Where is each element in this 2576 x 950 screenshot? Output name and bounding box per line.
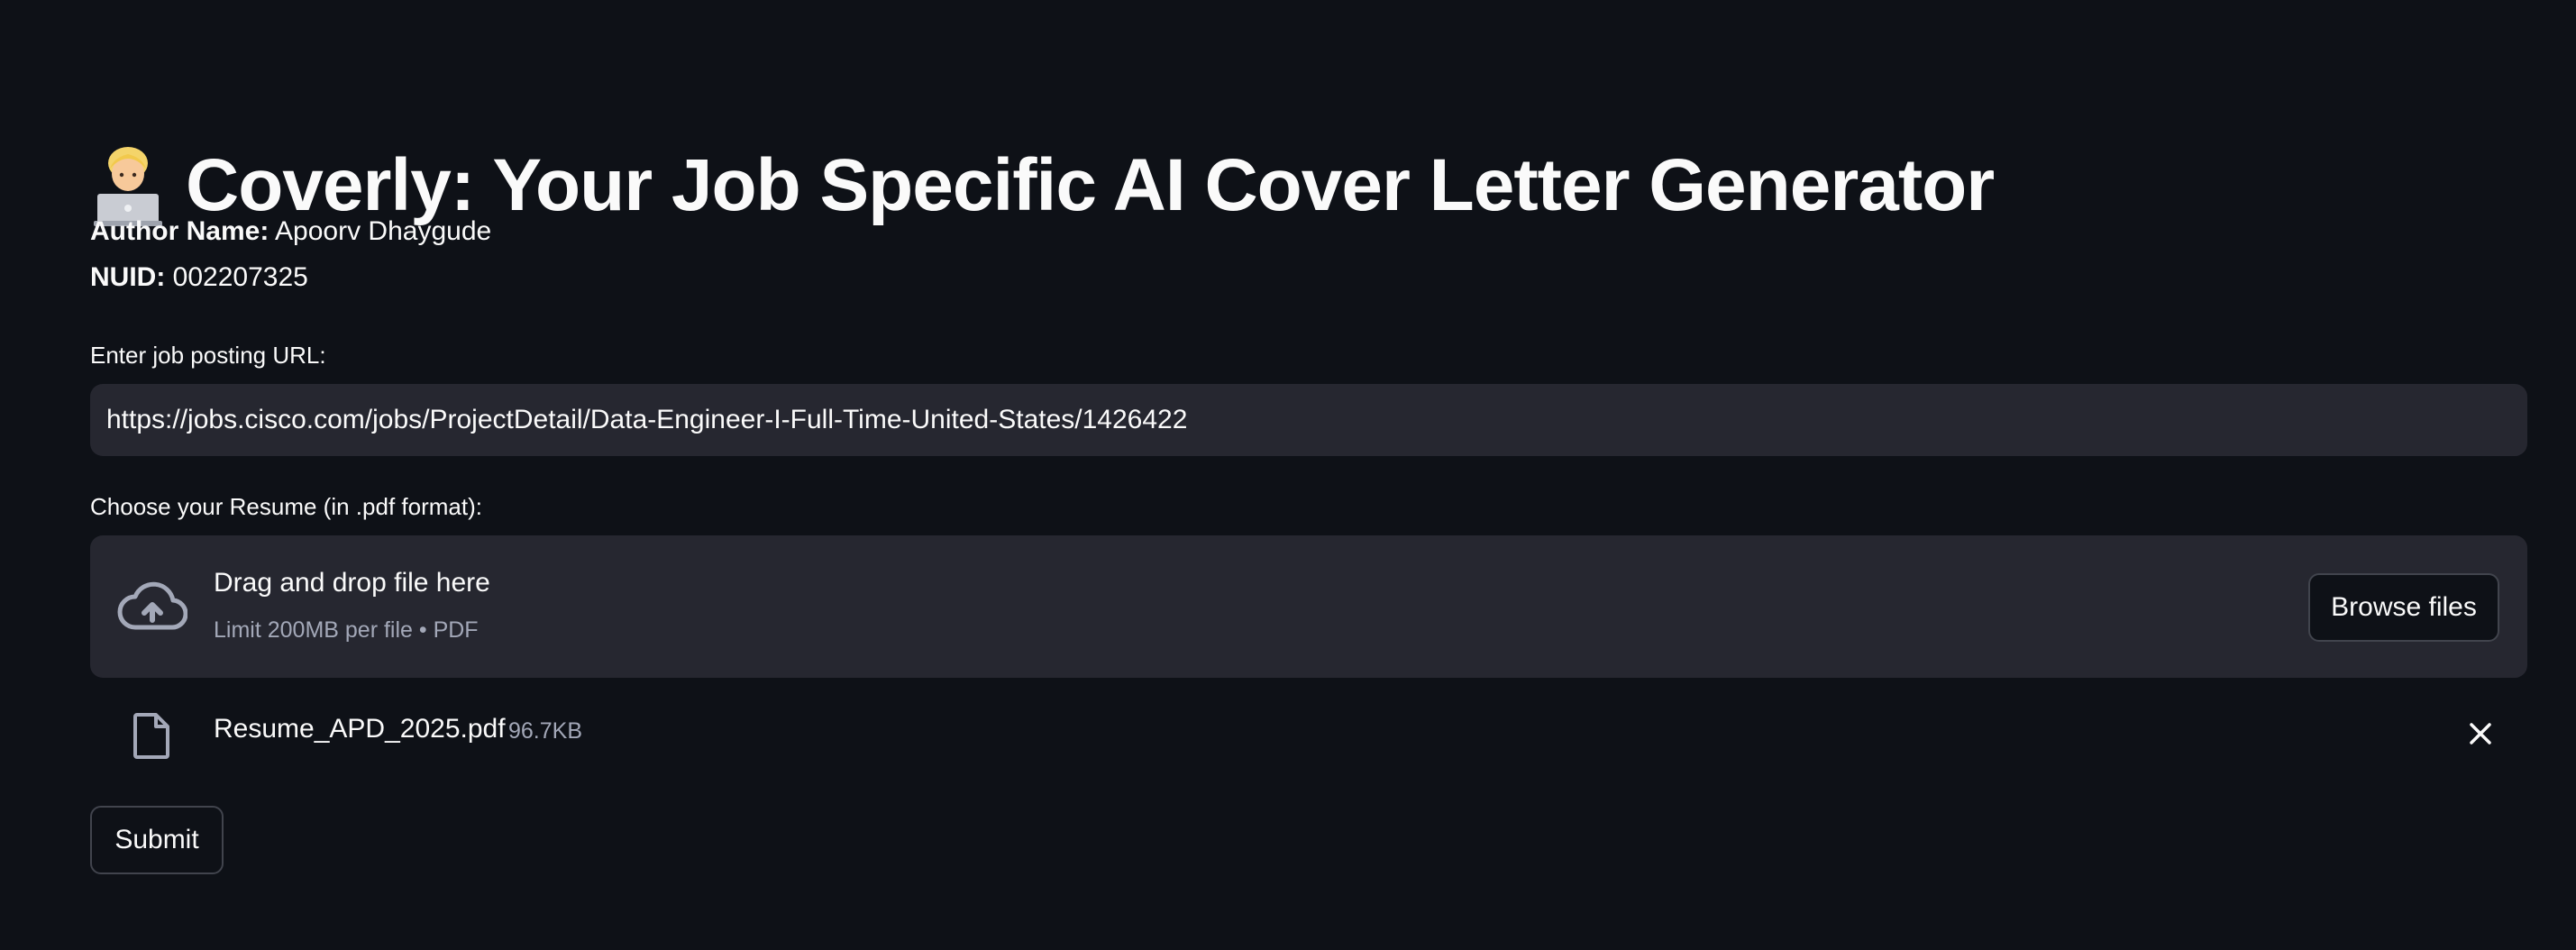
- job-url-input[interactable]: [90, 384, 2527, 456]
- resume-dropzone[interactable]: Drag and drop file here Limit 200MB per …: [90, 535, 2527, 678]
- close-icon[interactable]: [2466, 719, 2495, 748]
- author-line: Author Name: Apoorv Dhaygude: [90, 216, 491, 247]
- dropzone-subtitle: Limit 200MB per file • PDF: [214, 617, 479, 643]
- cloud-upload-icon: [117, 580, 188, 633]
- file-icon: [132, 712, 171, 759]
- nuid-label: NUID:: [90, 262, 166, 292]
- nuid-line: NUID: 002207325: [90, 262, 308, 293]
- nuid-value: 002207325: [172, 262, 308, 292]
- uploaded-file-name: Resume_APD_2025.pdf: [214, 714, 506, 744]
- author-value: Apoorv Dhaygude: [275, 216, 492, 246]
- url-field-label: Enter job posting URL:: [90, 342, 326, 369]
- technologist-emoji-icon: [90, 143, 166, 228]
- uploaded-file-size: 96.7KB: [508, 718, 583, 744]
- submit-button[interactable]: Submit: [90, 806, 224, 874]
- main-container: Coverly: Your Job Specific AI Cover Lett…: [90, 0, 2527, 950]
- resume-uploader-label: Choose your Resume (in .pdf format):: [90, 493, 482, 520]
- browse-files-button[interactable]: Browse files: [2308, 573, 2499, 642]
- page-title-text: Coverly: Your Job Specific AI Cover Lett…: [186, 143, 1995, 226]
- author-label: Author Name:: [90, 216, 269, 246]
- dropzone-title: Drag and drop file here: [214, 568, 490, 598]
- uploaded-file-row: Resume_APD_2025.pdf 96.7KB: [90, 705, 2527, 763]
